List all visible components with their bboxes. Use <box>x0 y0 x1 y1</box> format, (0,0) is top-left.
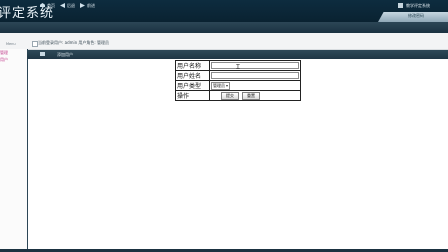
form-row-realname: 用户姓名 <box>175 70 301 81</box>
app-title: 评定系统 <box>0 6 55 21</box>
usertype-label: 用户类型 <box>175 80 210 91</box>
realname-label: 用户姓名 <box>175 70 210 81</box>
system-icon <box>398 3 403 8</box>
action-label: 操作 <box>175 90 210 101</box>
usertype-selected: 管理员 <box>213 82 225 88</box>
content-title: 添加用户 <box>57 52 73 57</box>
form-row-actions: 操作 提交 重置 <box>175 90 301 101</box>
form-row-usertype: 用户类型 管理员 <box>175 80 301 91</box>
nav-home-link[interactable]: 首页 <box>47 3 55 9</box>
action-cell: 提交 重置 <box>209 90 301 101</box>
chevron-down-icon <box>226 84 228 87</box>
realname-cell <box>209 70 301 81</box>
nav-forward-link[interactable]: 前进 <box>87 3 95 9</box>
sidebar-item-manage[interactable]: 管理 <box>0 50 8 56</box>
nav-right-text: 教学评定系统 <box>406 3 430 8</box>
realname-input[interactable] <box>211 72 299 79</box>
sidebar-item-user[interactable]: 用户 <box>0 57 8 63</box>
content-header <box>27 50 448 59</box>
nav-back-link[interactable]: 后退 <box>67 3 75 9</box>
menu-label: Menu <box>6 42 16 46</box>
page-icon <box>40 52 45 56</box>
username-label: 用户名称 <box>175 60 210 71</box>
usertype-cell: 管理员 <box>209 80 301 91</box>
reset-button[interactable]: 重置 <box>242 91 260 100</box>
login-info: 当前登录用户: admin 用户角色: 管理员 <box>38 40 110 45</box>
sidebar <box>0 49 28 252</box>
change-password-label: 修改密码 <box>408 13 424 18</box>
submit-button[interactable]: 提交 <box>221 91 239 100</box>
username-input[interactable] <box>211 62 299 69</box>
username-cell <box>209 60 301 71</box>
text-cursor-icon: Ɪ <box>236 63 240 71</box>
change-password-tab[interactable]: 修改密码 <box>378 12 448 22</box>
usertype-select[interactable]: 管理员 <box>211 81 230 90</box>
nav-bar <box>0 22 448 33</box>
